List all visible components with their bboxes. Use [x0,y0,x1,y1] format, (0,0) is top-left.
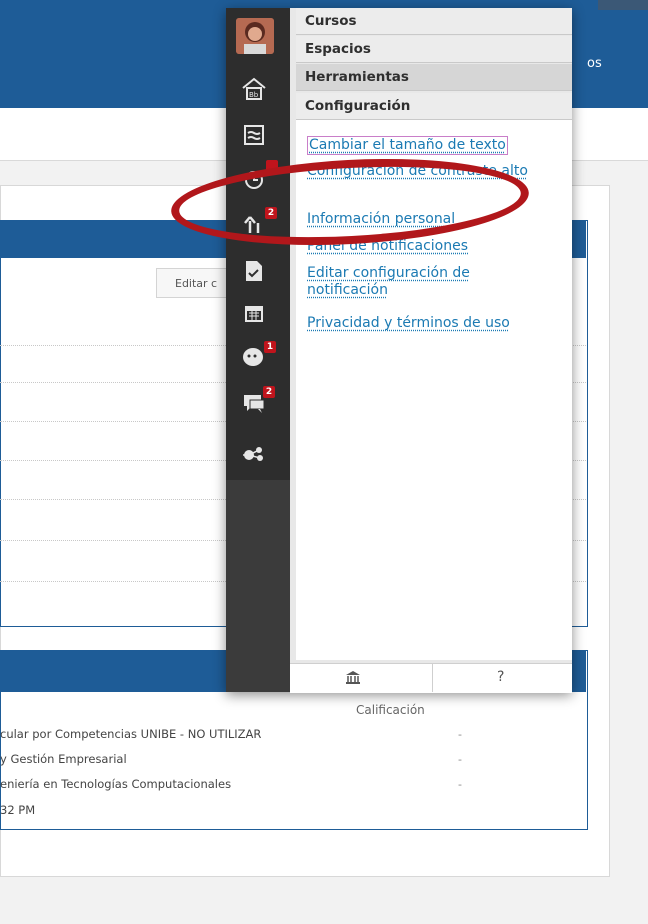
blackboard-home-icon[interactable]: Bb [236,74,272,104]
activity-stream-icon[interactable] [236,120,272,150]
grade-column-header: Calificación [356,703,425,717]
tab-spaces[interactable]: Espacios [296,36,572,63]
footer-divider [432,664,433,692]
course-row[interactable]: y Gestión Empresarial [0,752,127,766]
course-row: 32 PM [0,803,36,817]
course-grade: - [458,728,462,741]
menu-footer [290,663,572,693]
course-row[interactable]: eniería en Tecnologías Computacionales [0,777,231,791]
svg-text:Bb: Bb [249,91,259,99]
tab-settings[interactable]: Configuración [296,93,572,120]
tasks-icon[interactable] [236,256,272,286]
help-button[interactable]: ? [497,669,504,685]
menu-icon-sidebar-bottom [226,480,290,692]
user-avatar[interactable] [236,18,274,54]
messages-badge: 1 [264,341,276,353]
avatar-image [236,18,274,54]
top-header-corner [598,0,648,10]
text-size-link[interactable]: Cambiar el tamaño de texto [307,136,508,155]
notification-settings-link[interactable]: Editar configuración de notificación [307,265,537,299]
calendar-icon[interactable] [236,298,272,328]
course-grade: - [458,778,462,791]
connections-icon[interactable] [236,438,272,468]
tab-tools[interactable]: Herramientas [296,64,572,91]
tab-courses[interactable]: Cursos [296,8,572,35]
privacy-terms-link[interactable]: Privacidad y términos de uso [307,315,510,332]
discussions-badge: 2 [263,386,275,398]
course-row[interactable]: cular por Competencias UNIBE - NO UTILIZ… [0,727,261,741]
institution-icon[interactable] [345,669,361,689]
course-grade: - [458,753,462,766]
header-nav-fragment[interactable]: os [587,56,602,71]
edit-button[interactable]: Editar c [156,268,236,298]
